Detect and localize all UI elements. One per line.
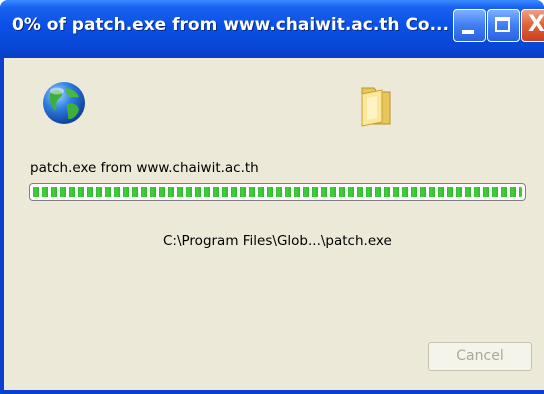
cancel-button[interactable]: Cancel (428, 342, 532, 371)
folder-icon (361, 87, 391, 127)
close-button[interactable]: X (521, 9, 544, 42)
title-bar[interactable]: 0% of patch.exe from www.chaiwit.ac.th C… (0, 0, 544, 58)
progress-fill (33, 187, 522, 197)
destination-path-label: C:\Program Files\Glob...\patch.exe (163, 233, 392, 249)
minimize-button[interactable] (453, 9, 486, 42)
window-title: 0% of patch.exe from www.chaiwit.ac.th C… (12, 15, 449, 35)
close-icon: X (528, 12, 544, 37)
download-source-label: patch.exe from www.chaiwit.ac.th (30, 160, 259, 176)
globe-icon (43, 82, 85, 124)
window-bottom-border (0, 390, 544, 394)
download-dialog-window: 0% of patch.exe from www.chaiwit.ac.th C… (0, 0, 544, 394)
download-progress-bar (29, 183, 526, 201)
maximize-button[interactable] (487, 9, 520, 42)
